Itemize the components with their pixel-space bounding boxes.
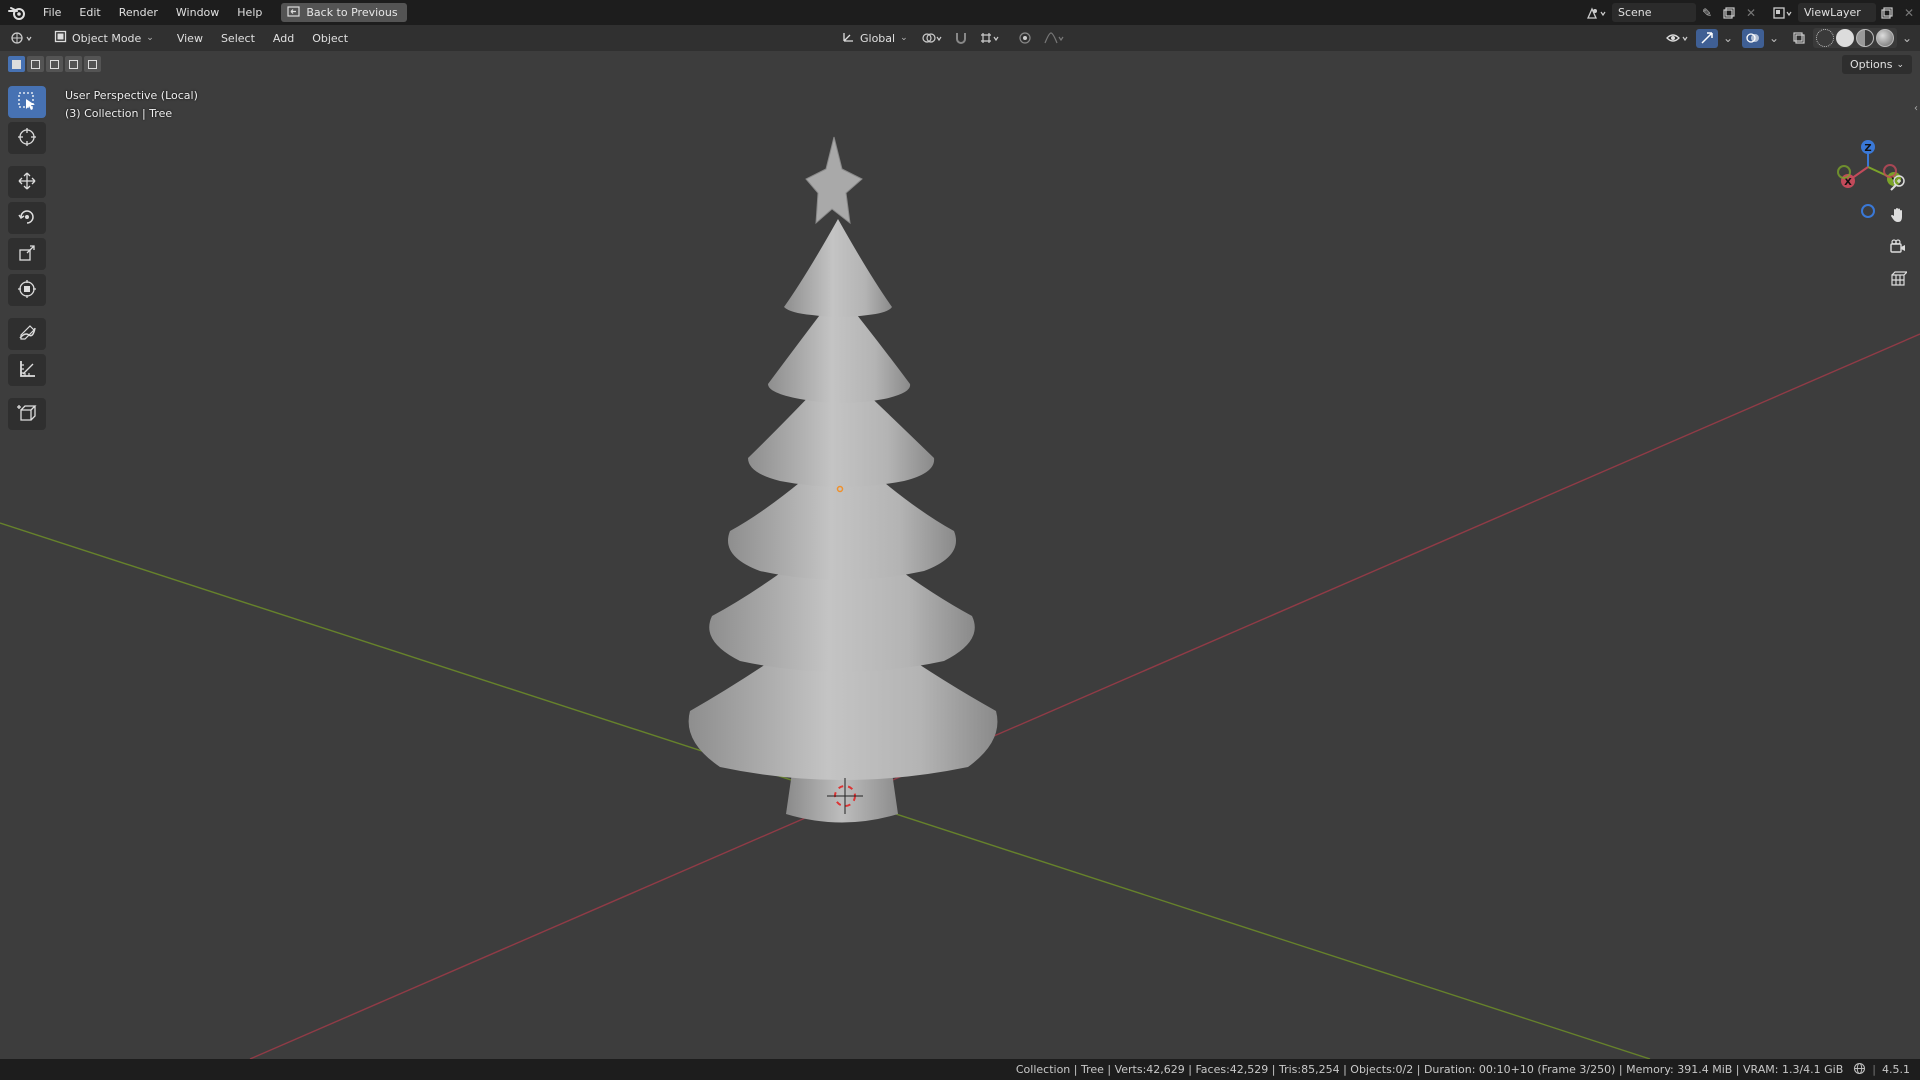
delete-scene-icon[interactable]: ✕ [1740, 3, 1762, 22]
transform-orientation-dropdown[interactable]: Global ⌄ [836, 29, 914, 48]
material-preview-shading-icon[interactable] [1856, 29, 1874, 47]
object-mode-label: Object Mode [72, 31, 142, 45]
editor-type-icon[interactable] [4, 29, 42, 48]
chevron-down-icon: ⌄ [146, 33, 154, 43]
cursor-tool[interactable] [8, 122, 46, 154]
back-icon [287, 5, 300, 20]
show-gizmo-icon[interactable] [1696, 28, 1718, 48]
rendered-shading-icon[interactable] [1876, 29, 1894, 47]
x-axis-line [249, 333, 1920, 1059]
xray-toggle-icon[interactable] [1788, 29, 1810, 48]
add-cube-icon [17, 403, 37, 426]
sidebar-collapse-arrow-icon[interactable]: ‹ [1914, 103, 1918, 114]
falloff-curve-icon[interactable] [1040, 29, 1068, 48]
orthographic-grid-icon[interactable] [1885, 266, 1911, 292]
camera-view-icon[interactable] [1885, 234, 1911, 260]
status-scene-statistics: Collection | Tree | Verts:42,629 | Faces… [1015, 1063, 1844, 1076]
wireframe-shading-icon[interactable] [1816, 29, 1834, 47]
proportional-edit-icon[interactable] [1014, 29, 1036, 48]
move-icon [17, 171, 37, 194]
transform-tool[interactable] [8, 274, 46, 306]
status-bar: Collection | Tree | Verts:42,629 | Faces… [0, 1059, 1920, 1080]
delete-view-layer-icon[interactable]: ✕ [1898, 3, 1920, 22]
tree-object [688, 136, 998, 823]
view-layer-name-field[interactable]: ViewLayer [1798, 3, 1876, 22]
menu-edit[interactable]: Edit [70, 0, 109, 25]
snap-toggle-icon[interactable] [950, 29, 972, 48]
shading-mode-group [1813, 28, 1897, 48]
scale-tool[interactable] [8, 238, 46, 270]
menu-window[interactable]: Window [167, 0, 228, 25]
viewport-info-overlay: User Perspective (Local) (3) Collection … [65, 87, 198, 123]
network-globe-icon [1853, 1062, 1866, 1078]
new-scene-icon[interactable] [1718, 3, 1740, 22]
measure-ruler-icon [17, 359, 37, 382]
rotate-tool[interactable] [8, 202, 46, 234]
move-tool[interactable] [8, 166, 46, 198]
status-separator: | [1872, 1063, 1876, 1076]
show-overlays-icon[interactable] [1742, 28, 1764, 48]
object-mode-dropdown[interactable]: Object Mode ⌄ [48, 29, 160, 48]
global-orientation-icon [842, 30, 855, 46]
measure-tool[interactable] [8, 354, 46, 386]
view-layer-selector-icon[interactable] [1768, 3, 1798, 22]
new-view-layer-icon[interactable] [1876, 3, 1898, 22]
tool-shelf [8, 86, 46, 430]
scene-selector-icon[interactable] [1582, 3, 1612, 22]
header-menu-view[interactable]: View [168, 32, 212, 45]
viewport-navigation [1885, 170, 1911, 292]
overlay-options-icon[interactable]: ⌄ [1767, 29, 1781, 48]
gizmo-z-negative [1861, 204, 1875, 218]
snap-target-icon[interactable] [976, 29, 1004, 48]
svg-text:Z: Z [1864, 143, 1871, 154]
blender-version: 4.5.1 [1882, 1063, 1910, 1076]
top-menu-bar: File Edit Render Window Help Back to Pre… [0, 0, 1920, 25]
gizmo-options-icon[interactable]: ⌄ [1721, 29, 1735, 48]
solid-shading-icon[interactable] [1836, 29, 1854, 47]
transform-orientation-label: Global [860, 31, 896, 45]
tree-star [805, 136, 863, 225]
select-box-tool[interactable] [8, 86, 46, 118]
header-menu-select[interactable]: Select [212, 32, 264, 45]
view-layer-name: ViewLayer [1804, 6, 1861, 19]
visibility-selectability-icon[interactable] [1663, 29, 1693, 48]
annotate-tool[interactable] [8, 318, 46, 350]
menu-file[interactable]: File [34, 0, 70, 25]
scene-name-field[interactable]: Scene [1612, 3, 1696, 22]
back-to-previous-label: Back to Previous [306, 6, 398, 19]
blender-logo-icon[interactable] [0, 0, 34, 25]
pan-hand-icon[interactable] [1885, 202, 1911, 228]
annotate-pencil-icon [17, 323, 37, 346]
scale-icon [17, 243, 37, 266]
collection-label: (3) Collection | Tree [65, 107, 173, 120]
add-cube-tool[interactable] [8, 398, 46, 430]
zoom-icon[interactable] [1885, 170, 1911, 196]
header-menu-object[interactable]: Object [303, 32, 357, 45]
object-mode-icon [54, 30, 67, 46]
perspective-label: User Perspective (Local) [65, 89, 198, 102]
viewport-header: Object Mode ⌄ View Select Add Object Glo… [0, 25, 1920, 51]
scene-name: Scene [1618, 6, 1652, 19]
menu-render[interactable]: Render [110, 0, 167, 25]
3d-viewport[interactable]: Z Y X [0, 51, 1920, 1059]
select-box-icon [17, 91, 37, 114]
shading-options-icon[interactable]: ⌄ [1900, 29, 1914, 48]
chevron-down-icon: ⌄ [900, 33, 908, 43]
pin-scene-icon[interactable]: ✎ [1696, 3, 1718, 22]
cursor-icon [17, 127, 37, 150]
tree-layer-6 [784, 219, 892, 317]
back-to-previous-button[interactable]: Back to Previous [281, 3, 407, 22]
header-menu-add[interactable]: Add [264, 32, 303, 45]
rotate-icon [17, 207, 37, 230]
transform-icon [17, 279, 37, 302]
menu-help[interactable]: Help [228, 0, 271, 25]
pivot-point-icon[interactable] [918, 29, 946, 48]
